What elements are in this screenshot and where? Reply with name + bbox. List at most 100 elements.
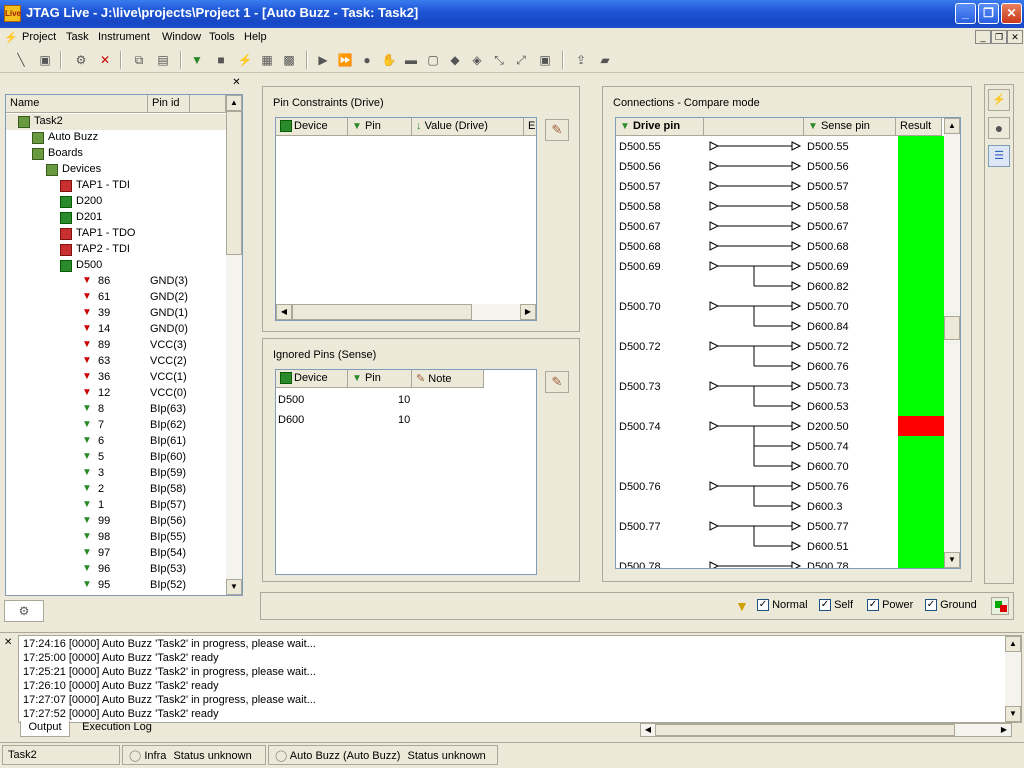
conn-scrollbar[interactable] bbox=[944, 118, 960, 568]
tab-execution-log[interactable]: Execution Log bbox=[72, 721, 162, 737]
tree-col-pinid[interactable]: Pin id bbox=[148, 95, 190, 113]
tree-row[interactable]: ▼ 99 BIp(56) bbox=[6, 514, 226, 530]
frame-icon[interactable]: ▢ bbox=[424, 51, 442, 69]
play-icon[interactable]: ▶ bbox=[314, 51, 332, 69]
tree-close-icon[interactable]: ✕ bbox=[230, 76, 243, 89]
grid-icon[interactable]: ▦ bbox=[258, 51, 276, 69]
tree-row[interactable]: ▼ 89 VCC(3) bbox=[6, 338, 226, 354]
log-scroll-right-button[interactable]: ▶ bbox=[997, 724, 1011, 736]
restore-button[interactable]: ❐ bbox=[978, 3, 999, 24]
filter-power[interactable]: ✓ Power bbox=[867, 599, 913, 612]
mdi-close-button[interactable]: ✕ bbox=[1007, 30, 1023, 44]
ip-row-device[interactable]: D500 bbox=[278, 394, 304, 406]
pc-scroll-left-button[interactable]: ◀ bbox=[276, 304, 292, 320]
menu-window[interactable]: Window bbox=[162, 31, 201, 43]
conn-col-sense[interactable]: ▼ Sense pin bbox=[804, 118, 896, 136]
filter-normal[interactable]: ✓ Normal bbox=[757, 599, 808, 612]
tree-row[interactable]: D200 bbox=[6, 194, 226, 210]
close-button[interactable]: ✕ bbox=[1001, 3, 1022, 24]
tree-tab-icon[interactable]: ⚙ bbox=[4, 600, 44, 622]
menu-tools[interactable]: Tools bbox=[209, 31, 235, 43]
pc-col-e[interactable]: E bbox=[524, 118, 536, 136]
filter-self[interactable]: ✓ Self bbox=[819, 599, 853, 612]
self-checkbox[interactable]: ✓ bbox=[819, 599, 831, 612]
tree-row[interactable]: ▼ 96 BIp(53) bbox=[6, 562, 226, 578]
tree-row[interactable]: ▼ 97 BIp(54) bbox=[6, 546, 226, 562]
tree-scroll-thumb[interactable] bbox=[226, 111, 242, 255]
conn-scroll-up-button[interactable]: ▲ bbox=[944, 118, 960, 134]
menu-task[interactable]: Task bbox=[66, 31, 89, 43]
stop-icon[interactable]: ▬ bbox=[402, 51, 420, 69]
legend-icon[interactable] bbox=[991, 597, 1009, 615]
connect-icon[interactable]: ⚙ bbox=[72, 51, 90, 69]
tree-row[interactable]: D201 bbox=[6, 210, 226, 226]
mdi-restore-button[interactable]: ❐ bbox=[991, 30, 1007, 44]
tree-row[interactable]: ▼ 36 VCC(1) bbox=[6, 370, 226, 386]
tree-row[interactable]: ▼ 95 BIp(52) bbox=[6, 578, 226, 594]
wand-icon[interactable]: ╲ bbox=[12, 51, 30, 69]
tree-row[interactable]: ▼ 98 BIp(55) bbox=[6, 530, 226, 546]
tree-row[interactable]: Auto Buzz bbox=[6, 130, 226, 146]
log-scroll-up-button[interactable]: ▲ bbox=[1005, 636, 1021, 652]
tree-row[interactable]: ▼ 86 GND(3) bbox=[6, 274, 226, 290]
log-hscrollbar[interactable]: ◀ ▶ bbox=[640, 723, 1012, 737]
conn-scroll-thumb[interactable] bbox=[944, 316, 960, 340]
tab-output[interactable]: Output bbox=[20, 721, 70, 737]
conn-scroll-down-button[interactable]: ▼ bbox=[944, 552, 960, 568]
compare-mode-icon[interactable]: ☰ bbox=[988, 145, 1010, 167]
screen-icon[interactable]: ▣ bbox=[536, 51, 554, 69]
tree-col-name[interactable]: Name bbox=[6, 95, 148, 113]
ip-row-pin[interactable]: 10 bbox=[398, 394, 410, 406]
tree-row[interactable]: ▼ 12 VCC(0) bbox=[6, 386, 226, 402]
pc-col-pin[interactable]: ▼ Pin bbox=[348, 118, 412, 136]
copy-icon[interactable]: ⧉ bbox=[130, 51, 148, 69]
tree-row[interactable]: TAP2 - TDI bbox=[6, 242, 226, 258]
block-icon[interactable]: ■ bbox=[212, 51, 230, 69]
delete-icon[interactable]: ✕ bbox=[96, 51, 114, 69]
conn-col-drive[interactable]: ▼ Drive pin bbox=[616, 118, 704, 136]
pc-edit-icon[interactable]: ✎ bbox=[545, 119, 569, 141]
tree-row[interactable]: Devices bbox=[6, 162, 226, 178]
ip-row-device[interactable]: D600 bbox=[278, 414, 304, 426]
folder-icon[interactable]: ▰ bbox=[596, 51, 614, 69]
conn-col-result[interactable]: Result bbox=[896, 118, 942, 136]
menu-help[interactable]: Help bbox=[244, 31, 267, 43]
log-scroll-down-button[interactable]: ▼ bbox=[1005, 706, 1021, 722]
normal-checkbox[interactable]: ✓ bbox=[757, 599, 769, 612]
tree-row[interactable]: Task2 bbox=[6, 114, 226, 130]
record-icon[interactable]: ● bbox=[358, 51, 376, 69]
tree-row[interactable]: ▼ 7 BIp(62) bbox=[6, 418, 226, 434]
ground-checkbox[interactable]: ✓ bbox=[925, 599, 937, 612]
filter-run-icon[interactable]: ▼ bbox=[188, 51, 206, 69]
tree-row[interactable]: ▼ 63 VCC(2) bbox=[6, 354, 226, 370]
log-hscroll-thumb[interactable] bbox=[655, 724, 955, 736]
stop-record-icon[interactable]: ● bbox=[988, 117, 1010, 139]
pc-col-value[interactable]: ↓ Value (Drive) bbox=[412, 118, 524, 136]
tree-row[interactable]: TAP1 - TDO bbox=[6, 226, 226, 242]
pc-scroll-right-button[interactable]: ▶ bbox=[520, 304, 536, 320]
filter-ground[interactable]: ✓ Ground bbox=[925, 599, 977, 612]
buzz-icon[interactable]: ⚡ bbox=[236, 51, 254, 69]
ip-row-pin[interactable]: 10 bbox=[398, 414, 410, 426]
ip-col-note[interactable]: ✎ Note bbox=[412, 370, 484, 388]
shape2-icon[interactable]: ◈ bbox=[468, 51, 486, 69]
stack-icon[interactable]: ▩ bbox=[280, 51, 298, 69]
ip-col-pin[interactable]: ▼ Pin bbox=[348, 370, 412, 388]
tree-row[interactable]: Boards bbox=[6, 146, 226, 162]
hand-icon[interactable]: ✋ bbox=[380, 51, 398, 69]
shape1-icon[interactable]: ◆ bbox=[446, 51, 464, 69]
tree-row[interactable]: ▼ 39 GND(1) bbox=[6, 306, 226, 322]
tree-row[interactable]: ▼ 5 BIp(60) bbox=[6, 450, 226, 466]
tree-scroll-down-button[interactable]: ▼ bbox=[226, 579, 242, 595]
tree-scroll-up-button[interactable]: ▲ bbox=[226, 95, 242, 111]
zoom-out-icon[interactable]: ⤢ bbox=[512, 51, 530, 69]
tree-row[interactable]: ▼ 8 BIp(63) bbox=[6, 402, 226, 418]
run-buzz-icon[interactable]: ⚡ bbox=[988, 89, 1010, 111]
fast-forward-icon[interactable]: ⏩ bbox=[336, 51, 354, 69]
log-scroll-left-button[interactable]: ◀ bbox=[641, 724, 655, 736]
tree-row[interactable]: ▼ 2 BIp(58) bbox=[6, 482, 226, 498]
tree-row[interactable]: TAP1 - TDI bbox=[6, 178, 226, 194]
log-close-icon[interactable]: ✕ bbox=[4, 637, 12, 648]
save-icon[interactable]: ▣ bbox=[36, 51, 54, 69]
upload-icon[interactable]: ⇪ bbox=[572, 51, 590, 69]
